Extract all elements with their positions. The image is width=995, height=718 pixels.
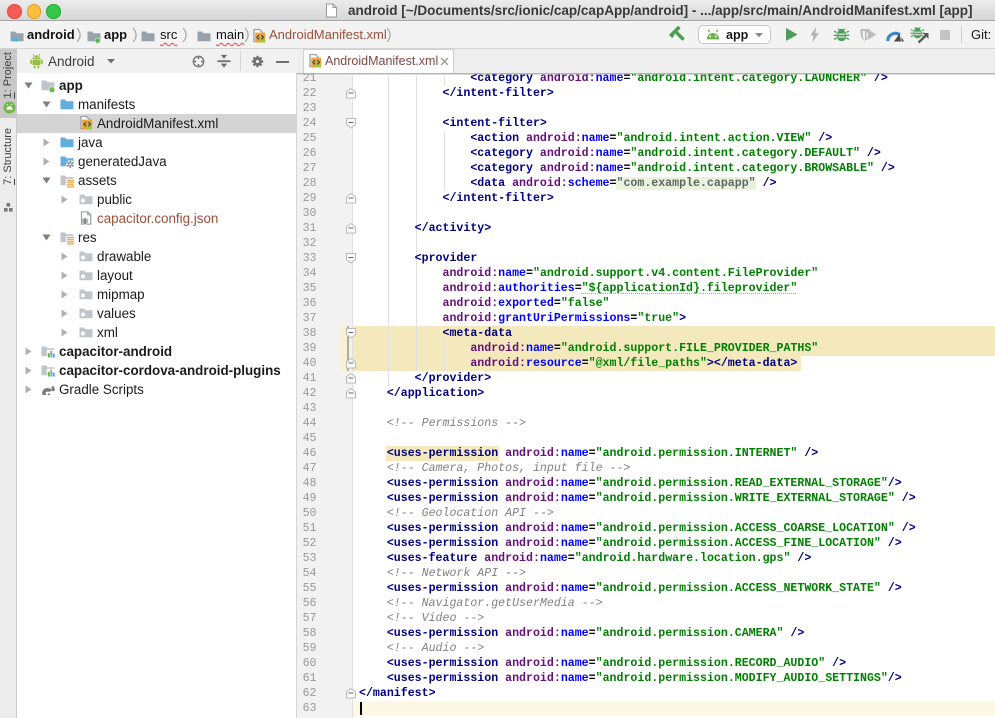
svg-text:{}: {} <box>81 218 88 225</box>
